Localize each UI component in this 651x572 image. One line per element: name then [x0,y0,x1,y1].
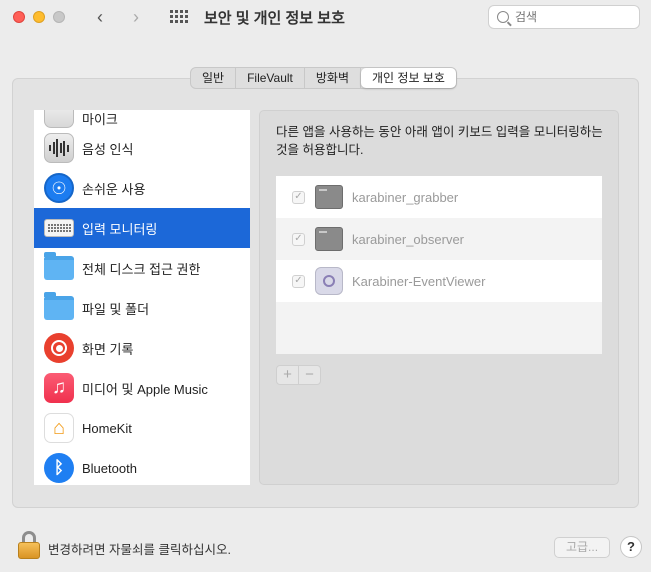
lock-hint-text: 변경하려면 자물쇠를 클릭하십시오. [48,543,231,557]
empty-row [276,302,602,354]
app-checkbox[interactable]: ✓ [292,190,305,204]
sidebar-item-label: 마이크 [82,112,118,127]
remove-app-button[interactable]: − [299,366,320,384]
bluetooth-icon: ᛒ [44,453,74,483]
sidebar-item-homekit[interactable]: ⌂ HomeKit [34,408,250,448]
sidebar-item-bluetooth[interactable]: ᛒ Bluetooth [34,448,250,485]
chevron-left-icon: ‹ [97,6,103,27]
sidebar-item-label: 화면 기록 [82,341,134,357]
add-app-button[interactable]: + [277,366,299,384]
screen-record-icon [44,333,74,363]
app-row-karabiner-grabber[interactable]: ✓ karabiner_grabber [276,176,602,218]
homekit-icon: ⌂ [44,413,74,443]
chevron-right-icon: › [133,6,139,27]
window-title: 보안 및 개인 정보 보호 [204,10,345,27]
search-field[interactable] [488,5,640,29]
zoom-window-button[interactable] [53,11,65,23]
back-button[interactable]: ‹ [90,6,110,28]
app-row-karabiner-observer[interactable]: ✓ karabiner_observer [276,218,602,260]
event-viewer-icon [315,267,343,295]
terminal-icon [315,185,343,209]
microphone-icon [44,110,74,128]
allowed-apps-list[interactable]: ✓ karabiner_grabber ✓ karabiner_observer… [276,176,602,354]
sidebar-item-full-disk-access[interactable]: 전체 디스크 접근 권한 [34,248,250,288]
keyboard-icon [44,219,74,237]
search-icon [497,11,509,23]
sidebar-item-label: 파일 및 폴더 [82,301,150,317]
tab-filevault[interactable]: FileVault [236,68,305,88]
forward-button[interactable]: › [126,6,146,28]
terminal-icon [315,227,343,251]
sidebar-item-files-and-folders[interactable]: 파일 및 폴더 [34,288,250,328]
tab-firewall[interactable]: 방화벽 [305,68,362,88]
lock-icon[interactable] [18,531,40,559]
tab-privacy[interactable]: 개인 정보 보호 [361,68,456,88]
app-checkbox[interactable]: ✓ [292,274,305,288]
sidebar-item-label: HomeKit [82,420,132,436]
minimize-window-button[interactable] [33,11,45,23]
app-row-karabiner-eventviewer[interactable]: ✓ Karabiner-EventViewer [276,260,602,302]
sidebar-item-label: 전체 디스크 접근 권한 [82,261,201,277]
app-name: karabiner_grabber [352,189,459,205]
app-checkbox[interactable]: ✓ [292,232,305,246]
sidebar-item-speech-recognition[interactable]: 음성 인식 [34,128,250,168]
help-button[interactable]: ? [620,536,642,558]
sidebar-item-label: 음성 인식 [82,141,134,157]
sidebar-item-accessibility[interactable]: ☉ 손쉬운 사용 [34,168,250,208]
close-window-button[interactable] [13,11,25,23]
show-all-grid-icon[interactable] [170,10,188,24]
search-input[interactable] [515,10,625,24]
sidebar-item-microphone[interactable]: 마이크 [34,110,250,128]
sidebar-item-label: 미디어 및 Apple Music [82,381,208,397]
music-note-icon: ♫ [44,373,74,403]
tab-bar: 일반 FileVault 방화벽 개인 정보 보호 [190,67,457,89]
sidebar-item-input-monitoring[interactable]: 입력 모니터링 [34,208,250,248]
sidebar-item-label: 손쉬운 사용 [82,181,146,197]
title-bar: ‹ › 보안 및 개인 정보 보호 [0,0,651,36]
add-remove-control: + − [276,365,321,385]
sidebar-item-label: 입력 모니터링 [82,221,158,237]
accessibility-icon: ☉ [44,173,74,203]
tab-general[interactable]: 일반 [191,68,237,88]
speech-recognition-icon [44,133,74,163]
app-name: Karabiner-EventViewer [352,273,486,289]
advanced-button[interactable]: 고급... [554,537,610,558]
permission-description: 다른 앱을 사용하는 동안 아래 앱이 키보드 입력을 모니터링하는 것을 허용… [276,125,603,157]
sidebar-item-screen-recording[interactable]: 화면 기록 [34,328,250,368]
folder-icon [44,292,74,323]
sidebar-item-media-apple-music[interactable]: ♫ 미디어 및 Apple Music [34,368,250,408]
sidebar-item-label: Bluetooth [82,460,137,476]
folder-icon [44,252,74,283]
privacy-category-list[interactable]: 마이크 음성 인식 ☉ 손쉬운 사용 입력 모니터링 전체 디스크 접근 권한 … [34,110,250,485]
app-name: karabiner_observer [352,231,465,247]
